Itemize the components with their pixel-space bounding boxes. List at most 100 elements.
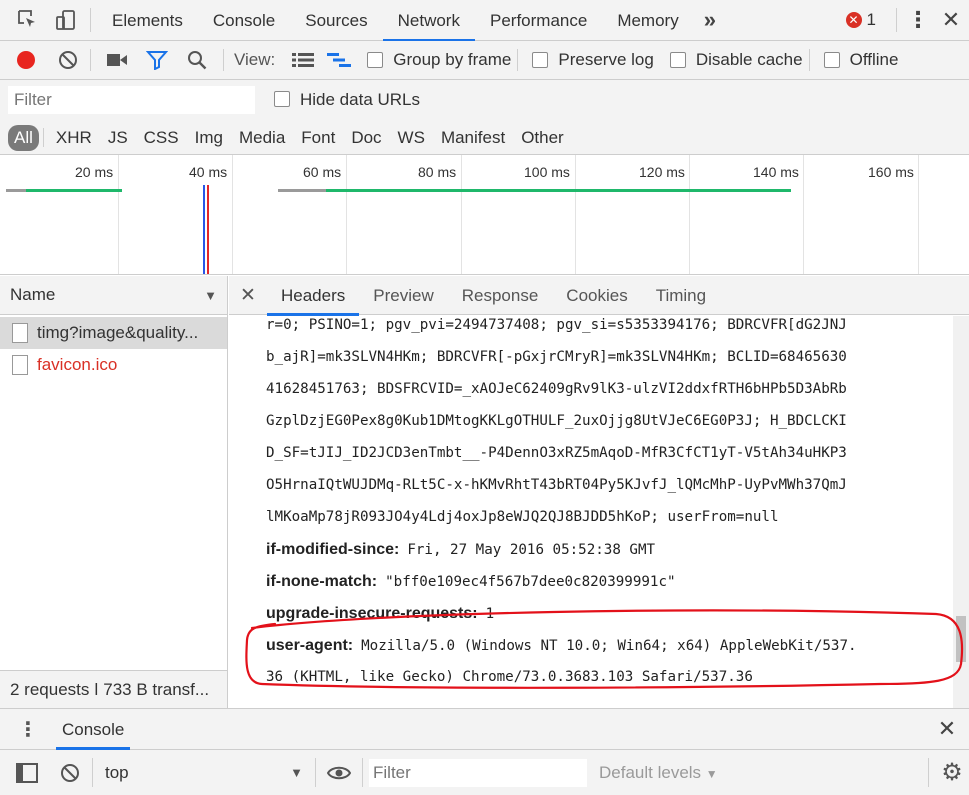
gear-icon[interactable]: ⚙ xyxy=(935,758,969,787)
sidebar-toggle-icon[interactable] xyxy=(0,762,54,783)
tick-label: 100 ms xyxy=(524,164,570,180)
eye-icon[interactable] xyxy=(322,765,356,781)
header-row: upgrade-insecure-requests: 1 xyxy=(266,597,945,629)
type-filter-ws[interactable]: WS xyxy=(392,125,431,151)
preserve-log-label[interactable]: Preserve log xyxy=(558,50,653,70)
request-list: Name ▼ timg?image&quality... favicon.ico… xyxy=(0,276,228,708)
disable-cache-label[interactable]: Disable cache xyxy=(696,50,803,70)
header-row: if-modified-since: Fri, 27 May 2016 05:52… xyxy=(266,533,945,565)
hide-data-urls-checkbox[interactable] xyxy=(274,91,290,107)
type-filter-xhr[interactable]: XHR xyxy=(50,125,98,151)
filter-input[interactable] xyxy=(8,86,255,114)
header-key: upgrade-insecure-requests: xyxy=(266,605,478,622)
dom-content-loaded-marker xyxy=(203,185,205,274)
cookie-value-line: 41628451763; BDSFRCVID=_xAOJeC62409gRv9l… xyxy=(266,381,847,397)
filter-icon[interactable] xyxy=(137,50,177,70)
context-selector[interactable]: top ▼ xyxy=(99,763,309,783)
search-icon[interactable] xyxy=(177,49,217,71)
type-filter-font[interactable]: Font xyxy=(295,125,341,151)
headers-content[interactable]: r=0; PSINO=1; pgv_pvi=2494737408; pgv_si… xyxy=(229,316,953,708)
request-details: ✕ Headers Preview Response Cookies Timin… xyxy=(229,276,969,708)
grid-line xyxy=(232,155,233,274)
kebab-icon[interactable]: ⋮ xyxy=(903,7,933,33)
preserve-log-checkbox[interactable] xyxy=(532,52,549,68)
hide-data-urls-label[interactable]: Hide data URLs xyxy=(300,90,420,110)
close-icon[interactable]: ✕ xyxy=(933,7,969,33)
cookie-value-line: D_SF=tJIJ_ID2JCD3enTmbt__-P4DennO3xRZ5mA… xyxy=(266,445,847,461)
sort-arrow-icon[interactable]: ▼ xyxy=(204,288,217,303)
tick-label: 140 ms xyxy=(753,164,799,180)
tab-performance[interactable]: Performance xyxy=(475,0,602,41)
type-filter-img[interactable]: Img xyxy=(189,125,229,151)
scrollbar-thumb[interactable] xyxy=(956,616,966,662)
type-filter-all[interactable]: All xyxy=(8,124,39,151)
tab-response[interactable]: Response xyxy=(448,276,553,315)
record-icon[interactable] xyxy=(0,51,52,69)
grid-line xyxy=(118,155,119,274)
grid-line xyxy=(689,155,690,274)
divider xyxy=(928,758,929,787)
cookie-value-line: lMKoaMp78jR093JO4y4Ldj4oxJp8eWJQ2QJ8BJDD… xyxy=(266,509,779,525)
divider xyxy=(90,8,91,32)
error-icon[interactable]: ✕ xyxy=(845,12,862,28)
divider xyxy=(315,758,316,787)
file-icon xyxy=(12,323,28,343)
request-name[interactable]: favicon.ico xyxy=(37,355,117,375)
tab-headers[interactable]: Headers xyxy=(267,276,360,316)
inspect-icon[interactable] xyxy=(8,0,48,41)
error-count[interactable]: 1 xyxy=(867,10,876,30)
type-filter-css[interactable]: CSS xyxy=(138,125,185,151)
list-view-icon[interactable] xyxy=(285,52,321,68)
request-row[interactable]: favicon.ico xyxy=(0,349,227,381)
tab-cookies[interactable]: Cookies xyxy=(552,276,641,315)
drawer-tabbar: ⋮ Console ✕ xyxy=(0,709,969,750)
tab-memory[interactable]: Memory xyxy=(602,0,693,41)
tab-sources[interactable]: Sources xyxy=(290,0,382,41)
tab-console[interactable]: Console xyxy=(198,0,290,41)
request-name[interactable]: timg?image&quality... xyxy=(37,323,198,343)
group-by-frame-checkbox[interactable] xyxy=(367,52,384,68)
console-filter-input[interactable] xyxy=(369,758,587,787)
disable-cache-checkbox[interactable] xyxy=(669,52,686,68)
close-icon[interactable]: ✕ xyxy=(925,716,969,742)
tab-elements[interactable]: Elements xyxy=(97,0,198,41)
divider xyxy=(223,49,224,71)
more-tabs-button[interactable]: » xyxy=(694,7,726,33)
grid-line xyxy=(918,155,919,274)
cookie-value-line: GzplDzjEG0Pex8g0Kub1DMtogKKLgOTHULF_2uxO… xyxy=(266,413,847,429)
log-levels-dropdown[interactable]: Default levels ▼ xyxy=(599,763,718,783)
tick-label: 120 ms xyxy=(639,164,685,180)
group-by-frame-label[interactable]: Group by frame xyxy=(393,50,511,70)
divider xyxy=(362,758,363,787)
type-filter-media[interactable]: Media xyxy=(233,125,291,151)
close-icon[interactable]: ✕ xyxy=(229,284,267,307)
clear-icon[interactable] xyxy=(52,49,84,71)
grid-line xyxy=(461,155,462,274)
grid-line xyxy=(803,155,804,274)
tab-console-drawer[interactable]: Console xyxy=(56,709,131,750)
clear-icon[interactable] xyxy=(54,762,86,784)
waterfall-view-icon[interactable] xyxy=(321,52,357,68)
network-overview[interactable]: 20 ms 40 ms 60 ms 80 ms 100 ms 120 ms 14… xyxy=(0,155,969,275)
type-filter-doc[interactable]: Doc xyxy=(345,125,387,151)
type-filter-js[interactable]: JS xyxy=(102,125,134,151)
divider xyxy=(42,128,44,147)
device-icon[interactable] xyxy=(48,0,84,41)
vertical-scrollbar[interactable] xyxy=(953,316,969,708)
tab-timing[interactable]: Timing xyxy=(642,276,720,315)
kebab-icon[interactable]: ⋮ xyxy=(0,717,56,742)
camera-icon[interactable] xyxy=(97,52,137,68)
offline-label[interactable]: Offline xyxy=(850,50,899,70)
context-value: top xyxy=(105,762,129,782)
header-value: Mozilla/5.0 (Windows NT 10.0; Win64; x64… xyxy=(361,638,857,654)
filter-row: Hide data URLs xyxy=(0,80,969,121)
tab-network[interactable]: Network xyxy=(382,0,476,42)
type-filter-manifest[interactable]: Manifest xyxy=(435,125,511,151)
name-column-header[interactable]: Name ▼ xyxy=(0,276,227,315)
type-filter-other[interactable]: Other xyxy=(515,125,570,151)
tab-preview[interactable]: Preview xyxy=(359,276,447,315)
offline-checkbox[interactable] xyxy=(823,52,840,68)
request-row[interactable]: timg?image&quality... xyxy=(0,317,227,349)
header-value: 1 xyxy=(485,606,495,622)
type-filter-bar: All XHR JS CSS Img Media Font Doc WS Man… xyxy=(0,121,969,155)
